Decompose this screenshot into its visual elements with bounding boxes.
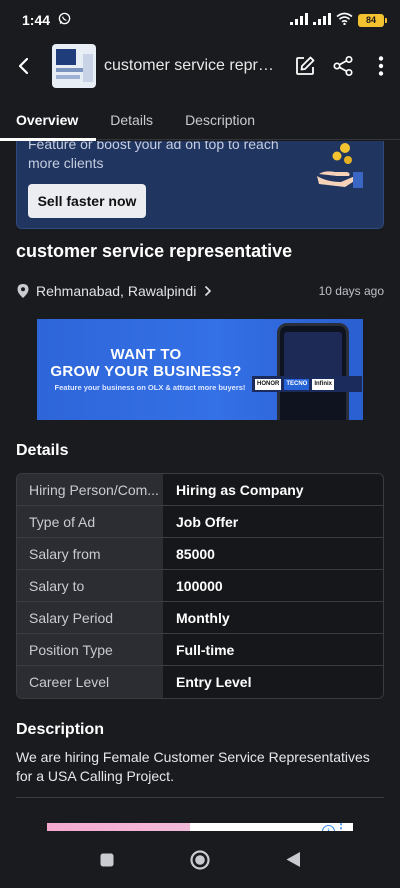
- phone-illustration: [277, 323, 349, 420]
- edit-button[interactable]: [286, 44, 324, 88]
- table-row: Salary from 85000: [17, 538, 383, 570]
- detail-value: 100000: [163, 570, 383, 601]
- back-nav-button[interactable]: [271, 838, 315, 882]
- brand-tecno: TECNO: [284, 378, 310, 390]
- sell-faster-button[interactable]: Sell faster now: [28, 184, 146, 218]
- location-pin-icon: [16, 283, 30, 299]
- signal-icon-2: [313, 12, 331, 28]
- more-vertical-icon: [378, 56, 384, 76]
- detail-key: Salary Period: [17, 602, 163, 633]
- app-bar-title: customer service represe...: [104, 57, 274, 74]
- tab-description[interactable]: Description: [169, 100, 271, 140]
- tab-overview[interactable]: Overview: [0, 100, 97, 141]
- edit-icon: [296, 56, 315, 75]
- table-row: Career Level Entry Level: [17, 666, 383, 698]
- table-row: Salary to 100000: [17, 570, 383, 602]
- battery-icon: 84: [358, 13, 387, 27]
- table-row: Position Type Full-time: [17, 634, 383, 666]
- bottom-ad-banner[interactable]: i ⋮: [47, 823, 353, 831]
- banner-subtitle: Feature your business on OLX & attract m…: [54, 383, 246, 392]
- signal-icon: [290, 12, 308, 28]
- brand-strip: HONOR TECNO Infinix: [252, 376, 362, 392]
- detail-value: Monthly: [163, 602, 383, 633]
- home-circle-icon: [190, 849, 210, 870]
- banner-line2: GROW YOUR BUSINESS?: [50, 363, 242, 380]
- detail-value: Hiring as Company: [163, 474, 383, 505]
- back-triangle-icon: [286, 852, 301, 867]
- brand-infinix: Infinix: [312, 378, 335, 390]
- status-bar: 1:44 84: [0, 0, 400, 40]
- back-arrow-icon: [18, 57, 29, 75]
- description-text: We are hiring Female Customer Service Re…: [16, 749, 370, 784]
- ad-menu-icon[interactable]: ⋮: [335, 823, 347, 831]
- table-row: Type of Ad Job Offer: [17, 506, 383, 538]
- back-button[interactable]: [0, 42, 48, 90]
- recents-button[interactable]: [85, 838, 129, 882]
- detail-key: Type of Ad: [17, 506, 163, 537]
- detail-key: Position Type: [17, 634, 163, 665]
- posted-date: 10 days ago: [318, 284, 384, 298]
- details-heading: Details: [16, 442, 69, 459]
- detail-key: Hiring Person/Com...: [17, 474, 163, 505]
- promo-card: Feature or boost your ad on top to reach…: [16, 141, 384, 229]
- tab-details[interactable]: Details: [94, 100, 169, 140]
- home-button[interactable]: [178, 838, 222, 882]
- whatsapp-icon: [58, 12, 71, 28]
- detail-value: Job Offer: [163, 506, 383, 537]
- promo-banner[interactable]: WANT TO GROW YOUR BUSINESS? Feature your…: [37, 319, 363, 420]
- details-table: Hiring Person/Com... Hiring as Company T…: [16, 473, 384, 699]
- promo-text: Feature or boost your ad on top to reach…: [28, 141, 279, 171]
- share-icon: [333, 55, 353, 77]
- description-heading: Description: [16, 721, 105, 738]
- recents-square-icon: [100, 853, 114, 866]
- detail-value: 85000: [163, 538, 383, 569]
- ad-thumbnail[interactable]: [52, 44, 96, 88]
- tab-bar: Overview Details Description: [0, 100, 400, 141]
- detail-key: Salary to: [17, 570, 163, 601]
- content-scroll[interactable]: Feature or boost your ad on top to reach…: [0, 141, 400, 831]
- table-row: Hiring Person/Com... Hiring as Company: [17, 474, 383, 506]
- location-text: Rehmanabad, Rawalpindi: [36, 283, 197, 299]
- wifi-icon: [336, 12, 353, 28]
- banner-line1: WANT TO: [110, 346, 182, 363]
- detail-value: Full-time: [163, 634, 383, 665]
- status-time: 1:44: [22, 12, 51, 28]
- divider: [16, 797, 384, 798]
- table-row: Salary Period Monthly: [17, 602, 383, 634]
- share-button[interactable]: [324, 44, 362, 88]
- brand-honor: HONOR: [255, 378, 282, 390]
- more-options-button[interactable]: [362, 44, 400, 88]
- detail-value: Entry Level: [163, 666, 383, 698]
- ad-title: customer service representative: [16, 241, 293, 261]
- system-nav-bar: [0, 831, 400, 888]
- detail-key: Salary from: [17, 538, 163, 569]
- chevron-right-icon: [204, 285, 212, 297]
- location-row[interactable]: Rehmanabad, Rawalpindi 10 days ago: [16, 281, 384, 301]
- detail-key: Career Level: [17, 666, 163, 698]
- coins-hand-icon: [317, 143, 363, 188]
- app-bar: customer service represe...: [0, 40, 400, 92]
